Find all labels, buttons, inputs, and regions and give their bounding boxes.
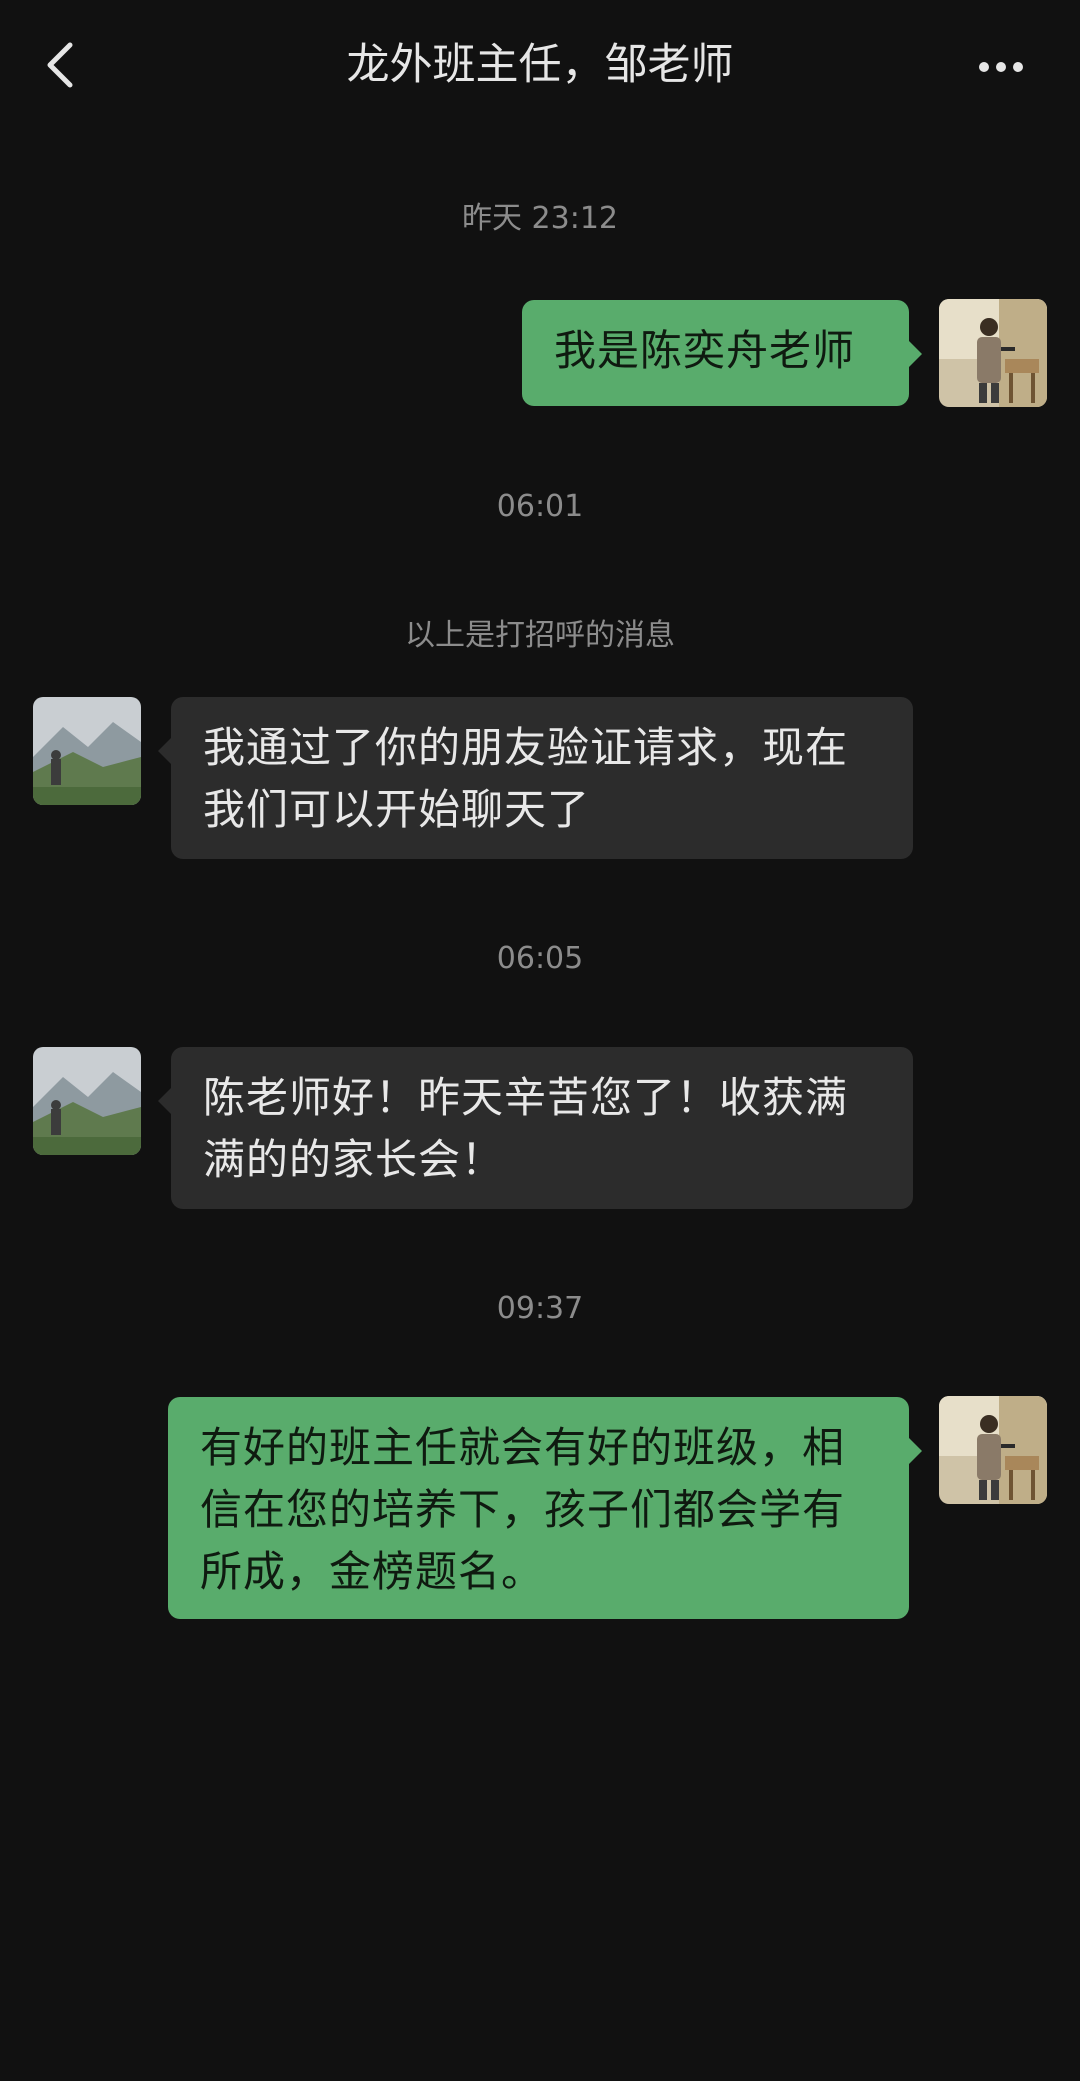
system-note: 以上是打招呼的消息 [405, 618, 675, 653]
chevron-left-icon [47, 42, 73, 88]
message-text: 陈老师好！昨天辛苦您了！收获满满的的家长会！ [203, 1073, 849, 1184]
message-text: 我是陈奕舟老师 [554, 326, 856, 375]
chat-title: 龙外班主任，邹老师 [346, 40, 734, 90]
timestamp: 06:01 [496, 489, 584, 524]
timestamp: 09:37 [496, 1291, 584, 1326]
message-bubble-outgoing[interactable]: 有好的班主任就会有好的班级，相信在您的培养下，孩子们都会学有所成，金榜题名。 [168, 1397, 922, 1619]
more-options-button[interactable] [966, 35, 1036, 95]
my-avatar[interactable] [939, 299, 1047, 407]
timestamp: 昨天 23:12 [462, 201, 618, 236]
message-text: 有好的班主任就会有好的班级，相信在您的培养下，孩子们都会学有所成，金榜题名。 [200, 1423, 846, 1596]
message-text: 我通过了你的朋友验证请求，现在我们可以开始聊天了 [203, 723, 849, 834]
my-avatar[interactable] [939, 1396, 1047, 1504]
contact-avatar[interactable] [33, 697, 141, 805]
contact-avatar[interactable] [33, 1047, 141, 1155]
chat-header: 龙外班主任，邹老师 [0, 0, 1080, 132]
message-bubble-outgoing[interactable]: 我是陈奕舟老师 [522, 300, 922, 406]
timestamp: 06:05 [496, 941, 584, 976]
message-bubble-incoming[interactable]: 我通过了你的朋友验证请求，现在我们可以开始聊天了 [158, 697, 913, 859]
message-bubble-incoming[interactable]: 陈老师好！昨天辛苦您了！收获满满的的家长会！ [158, 1047, 913, 1209]
back-button[interactable] [32, 30, 92, 100]
